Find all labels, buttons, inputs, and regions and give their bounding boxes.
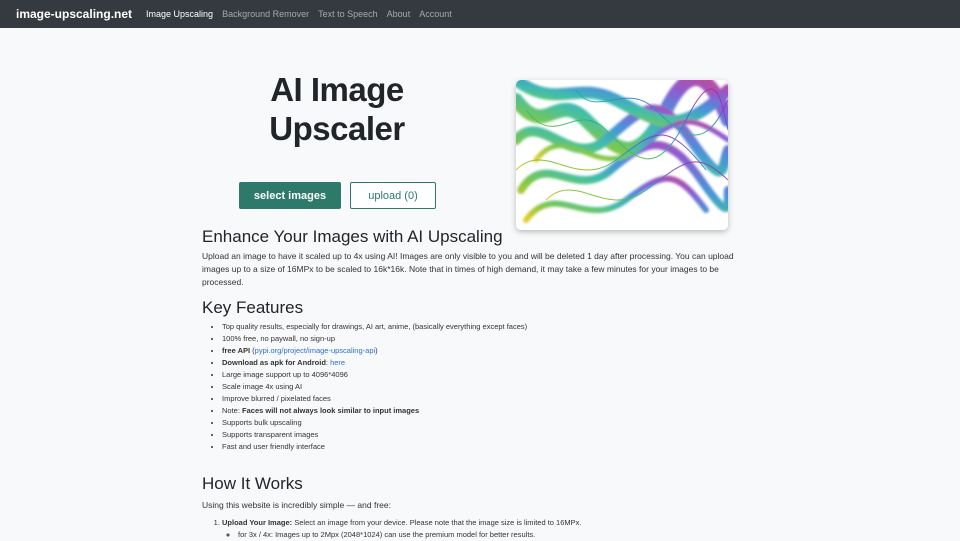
select-images-button[interactable]: select images [239,182,341,209]
nav-item-background-remover[interactable]: Background Remover [222,9,309,19]
feature-item-apk: Download as apk for Android: here [222,357,762,369]
api-label: free API [222,346,251,355]
feature-item: Top quality results, especially for draw… [222,321,762,333]
rainbow-smoke-illustration [516,80,728,230]
feature-item: Supports bulk upscaling [222,417,762,429]
features-list: Top quality results, especially for draw… [202,321,762,453]
features-heading: Key Features [202,298,304,317]
step-item: Upload Your Image: Select an image from … [222,517,762,541]
hero-smoke-image [516,80,728,230]
feature-item: Scale image 4x using AI [222,381,762,393]
how-heading: How It Works [202,474,303,493]
main-content: Enhance Your Images with AI Upscaling Up… [202,226,762,541]
api-link[interactable]: pypi.org/project/image-upscaling-api [255,346,375,355]
step1-label: Upload Your Image: [222,518,293,527]
nav-item-text-to-speech[interactable]: Text to Speech [318,9,378,19]
how-intro: Using this website is incredibly simple … [202,500,391,510]
note-label: Note: [222,406,243,415]
apk-link[interactable]: here [330,358,345,367]
nav-item-image-upscaling[interactable]: Image Upscaling [146,9,213,19]
navbar: image-upscaling.net Image Upscaling Back… [0,0,960,28]
feature-item: 100% free, no paywall, no sign-up [222,333,762,345]
api-close-paren: ) [375,346,378,355]
page-title-line2: Upscaler [269,110,405,147]
intro-heading: Enhance Your Images with AI Upscaling [202,227,503,246]
intro-paragraph: Upload an image to have it scaled up to … [202,251,734,287]
page-title-line1: AI Image [270,71,404,108]
note-bold: Faces will not always look similar to in… [242,406,420,415]
feature-item-note: Note: Faces will not always look similar… [222,405,762,417]
hero-section: AI Image Upscaler select images upload (… [0,28,960,230]
step1-text: Select an image from your device. Please… [292,518,582,527]
upload-button[interactable]: upload (0) [350,182,436,209]
feature-item: Large image support up to 4096*4096 [222,369,762,381]
apk-label: Download as apk for Android [222,358,326,367]
nav-item-account[interactable]: Account [419,9,452,19]
brand-logo[interactable]: image-upscaling.net [16,7,132,21]
nav-item-about[interactable]: About [387,9,411,19]
page-title: AI Image Upscaler [224,70,450,148]
feature-item-api: free API (pypi.org/project/image-upscali… [222,345,762,357]
steps-list: Upload Your Image: Select an image from … [202,517,762,541]
feature-item: Fast and user friendly interface [222,441,762,453]
feature-item: Supports transparent images [222,429,762,441]
feature-item: Improve blurred / pixelated faces [222,393,762,405]
